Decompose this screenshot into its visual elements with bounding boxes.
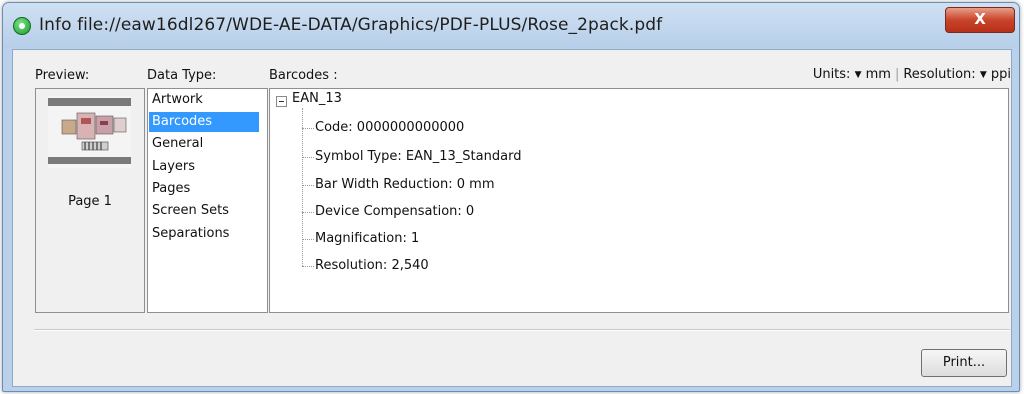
collapse-icon[interactable] [276, 96, 287, 107]
tree-item-label: Resolution: 2,540 [315, 258, 429, 273]
separator: | [894, 67, 900, 82]
tree-item-label: Magnification: 1 [315, 231, 420, 246]
data-type-item-screen-sets[interactable]: Screen Sets [149, 201, 259, 221]
info-dialog: Info file://eaw16dl267/WDE-AE-DATA/Graph… [2, 2, 1020, 392]
window-title: Info file://eaw16dl267/WDE-AE-DATA/Graph… [39, 15, 663, 35]
print-button[interactable]: Print... [921, 349, 1007, 377]
tree-item-label: Code: 0000000000000 [315, 120, 465, 135]
page-thumbnail[interactable] [48, 96, 131, 168]
page-label: Page 1 [68, 194, 112, 209]
resolution-value: ppi [990, 67, 1011, 82]
app-icon [13, 17, 31, 35]
preview-label: Preview: [35, 68, 90, 83]
units-resolution-bar: Units: ▼ mm | Resolution: ▼ ppi [813, 67, 1011, 82]
barcode-tree-panel: EAN_13 Code: 0000000000000 Symbol Type: … [269, 88, 1009, 313]
units-label: Units: [812, 67, 851, 82]
data-type-label: Data Type: [147, 68, 217, 83]
units-value: mm [865, 67, 891, 82]
tree-item-label: Device Compensation: 0 [315, 204, 475, 219]
tree-connector [302, 108, 303, 266]
divider [34, 329, 1010, 331]
resolution-label: Resolution: [903, 67, 976, 82]
tree-root[interactable]: EAN_13 [292, 91, 342, 106]
close-button[interactable]: X [945, 7, 1015, 33]
preview-panel: Page 1 [35, 88, 145, 313]
units-dropdown[interactable]: ▼ mm [855, 67, 891, 82]
data-type-item-separations[interactable]: Separations [149, 224, 259, 244]
dropdown-arrow-icon: ▼ [854, 70, 862, 80]
data-type-item-pages[interactable]: Pages [149, 179, 259, 199]
data-type-list: Artwork Barcodes General Layers Pages Sc… [147, 88, 268, 313]
data-type-item-general[interactable]: General [149, 134, 259, 154]
data-type-item-layers[interactable]: Layers [149, 157, 259, 177]
dropdown-arrow-icon: ▼ [979, 70, 987, 80]
resolution-dropdown[interactable]: ▼ ppi [980, 67, 1011, 82]
data-type-item-barcodes[interactable]: Barcodes [149, 112, 259, 132]
barcodes-label: Barcodes : [269, 68, 338, 83]
data-type-item-artwork[interactable]: Artwork [149, 90, 259, 110]
title-bar[interactable]: Info file://eaw16dl267/WDE-AE-DATA/Graph… [3, 3, 1019, 48]
tree-item-label: Symbol Type: EAN_13_Standard [315, 149, 522, 164]
tree-item-label: Bar Width Reduction: 0 mm [315, 177, 495, 192]
dialog-content: Preview: Data Type: Barcodes : Units: ▼ … [12, 49, 1012, 387]
